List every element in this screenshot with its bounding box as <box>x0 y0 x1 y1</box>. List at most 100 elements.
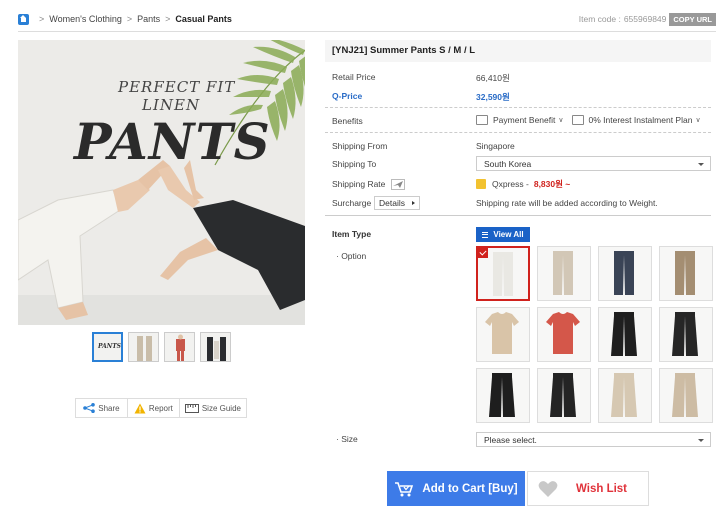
pants-garment-image <box>672 312 698 356</box>
option-swatch-12[interactable] <box>659 368 713 423</box>
heart-icon <box>538 480 558 497</box>
breadcrumb-pants[interactable]: Pants <box>137 14 160 24</box>
package-icon <box>476 179 486 189</box>
option-swatch-10[interactable] <box>537 368 591 423</box>
divider <box>325 132 711 133</box>
shipping-carrier: Qxpress - <box>492 179 529 189</box>
thumbnail-text: PANTS <box>98 343 122 350</box>
breadcrumb-separator: > <box>165 14 171 24</box>
top-garment-image <box>546 312 580 354</box>
pants-garment-image <box>672 373 698 417</box>
q-price-value: 32,590원 <box>476 92 510 102</box>
divider <box>325 215 711 216</box>
warning-icon <box>134 403 146 413</box>
option-swatch-1[interactable] <box>476 246 530 301</box>
retail-price-label: Retail Price <box>332 72 376 82</box>
thumbnail-1[interactable]: PANTS <box>92 332 123 362</box>
option-swatch-5[interactable] <box>476 307 530 362</box>
list-icon <box>482 231 489 238</box>
pants-garment-image <box>489 373 515 417</box>
thumbnail-4[interactable] <box>200 332 231 362</box>
calendar-icon <box>571 115 584 125</box>
shipping-to-value: South Korea <box>484 159 532 169</box>
share-button[interactable]: Share <box>76 399 128 417</box>
surcharge-label: Surcharge <box>332 198 372 208</box>
chevron-down-icon: ∨ <box>695 117 701 124</box>
size-guide-label: Size Guide <box>201 403 241 413</box>
dropdown-arrow-icon <box>698 163 704 166</box>
option-swatch-3[interactable] <box>598 246 652 301</box>
divider <box>325 107 711 108</box>
model-legs-illustration <box>18 160 305 320</box>
copy-url-button[interactable]: COPY URL <box>669 12 716 26</box>
shipping-rate: Qxpress - 8,830원 ~ <box>476 178 570 190</box>
size-select[interactable]: Please select. <box>476 432 711 447</box>
report-button[interactable]: Report <box>128 399 180 417</box>
chevron-down-icon: ∨ <box>558 117 564 124</box>
surcharge-note: Shipping rate will be added according to… <box>476 198 658 208</box>
option-swatch-7[interactable] <box>598 307 652 362</box>
option-swatch-11[interactable] <box>598 368 652 423</box>
option-swatch-9[interactable] <box>476 368 530 423</box>
thumbnail-dark-pants-image <box>207 337 226 361</box>
item-code-label: Item code : <box>578 14 621 24</box>
size-label: · Size <box>336 434 358 444</box>
details-label: Details <box>379 198 405 208</box>
benefits-row: Payment Benefit ∨ 0% Interest Instalment… <box>476 115 709 125</box>
option-swatch-4[interactable] <box>659 246 713 301</box>
pants-garment-image <box>550 373 576 417</box>
view-all-label: View All <box>493 230 524 239</box>
payment-benefit-dropdown[interactable]: Payment Benefit <box>493 115 555 125</box>
breadcrumb-casual-pants[interactable]: Casual Pants <box>175 14 232 24</box>
view-all-button[interactable]: View All <box>476 227 530 242</box>
wish-list-label: Wish List <box>576 482 628 495</box>
thumbnail-3[interactable] <box>164 332 195 362</box>
pants-garment-image <box>614 251 634 295</box>
home-icon[interactable] <box>18 13 29 25</box>
size-guide-button[interactable]: Size Guide <box>180 399 246 417</box>
pants-garment-image <box>611 373 637 417</box>
thumbnail-strip: PANTS <box>92 332 231 362</box>
ruler-icon <box>184 403 199 413</box>
breadcrumb-womens-clothing[interactable]: Women's Clothing <box>49 14 122 24</box>
thumbnail-pants-image <box>137 336 152 361</box>
shipping-price: 8,830원 ~ <box>533 179 571 189</box>
option-swatch-6[interactable] <box>537 307 591 362</box>
breadcrumb-separator: > <box>126 14 133 24</box>
size-placeholder: Please select. <box>484 435 537 445</box>
benefits-label: Benefits <box>332 116 363 126</box>
dropdown-arrow-icon <box>698 439 704 442</box>
item-type-label: Item Type <box>332 229 372 239</box>
wish-list-button[interactable]: Wish List <box>527 471 649 506</box>
divider <box>18 31 716 32</box>
pants-garment-image <box>611 312 637 356</box>
installment-dropdown[interactable]: 0% Interest Instalment Plan <box>589 115 693 125</box>
main-product-image: PERFECT FIT LINEN PANTS <box>18 40 305 325</box>
shipping-from-label: Shipping From <box>332 141 388 151</box>
pants-garment-image <box>553 251 573 295</box>
product-title: [YNJ21] Summer Pants S / M / L <box>325 40 711 62</box>
shipping-rate-label: Shipping Rate <box>332 179 386 189</box>
option-label: · Option <box>336 251 367 261</box>
shipping-to-label: Shipping To <box>332 159 377 169</box>
shipping-to-select[interactable]: South Korea <box>476 156 711 171</box>
share-label: Share <box>98 403 120 413</box>
option-swatch-2[interactable] <box>537 246 591 301</box>
breadcrumb-separator: > <box>39 14 45 24</box>
item-code-value: 655969849 <box>623 14 667 24</box>
add-to-cart-button[interactable]: Add to Cart [Buy] <box>387 471 525 506</box>
airplane-icon <box>390 179 405 191</box>
option-grid <box>476 246 714 423</box>
q-price-label: Q-Price <box>332 91 363 101</box>
pants-garment-image <box>675 251 695 295</box>
thumbnail-2[interactable] <box>128 332 159 362</box>
cart-icon <box>395 481 414 496</box>
shipping-rate-label-wrap: Shipping Rate <box>332 179 405 191</box>
retail-price-value: 66,410원 <box>476 73 510 83</box>
option-swatch-8[interactable] <box>659 307 713 362</box>
report-label: Report <box>148 403 173 413</box>
card-icon <box>476 115 488 125</box>
share-icon <box>83 403 96 413</box>
details-button[interactable]: Details <box>374 196 420 210</box>
item-code: Item code : 655969849 COPY URL <box>578 12 716 26</box>
